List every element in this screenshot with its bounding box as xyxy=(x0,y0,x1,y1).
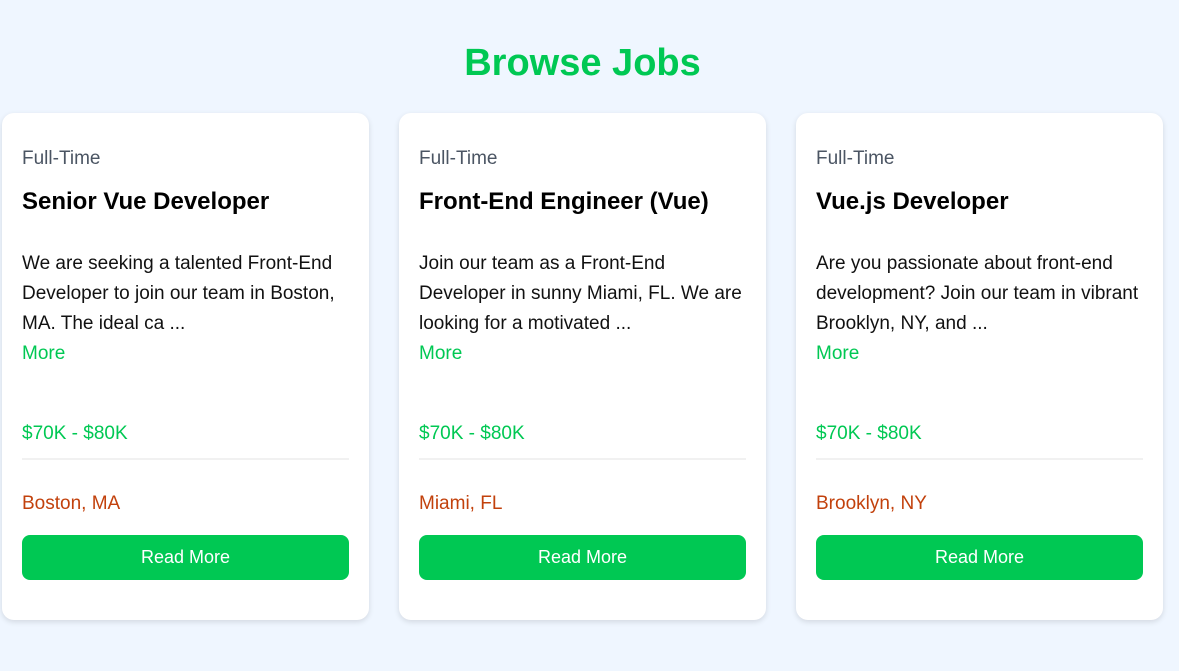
more-link[interactable]: More xyxy=(816,339,1145,369)
job-description: Join our team as a Front-End Developer i… xyxy=(419,253,742,334)
job-location: Brooklyn, NY xyxy=(816,493,927,514)
divider xyxy=(419,458,746,460)
read-more-button[interactable]: Read More xyxy=(22,535,349,580)
job-card: Full-Time Front-End Engineer (Vue) Join … xyxy=(399,113,766,620)
more-link[interactable]: More xyxy=(419,339,748,369)
job-salary: $70K - $80K xyxy=(419,423,525,444)
job-location: Boston, MA xyxy=(22,493,121,514)
job-title: Senior Vue Developer xyxy=(22,188,270,215)
job-card: Full-Time Senior Vue Developer We are se… xyxy=(2,113,369,620)
divider xyxy=(22,458,349,460)
job-salary: $70K - $80K xyxy=(22,423,128,444)
read-more-button[interactable]: Read More xyxy=(816,535,1143,580)
divider xyxy=(816,458,1143,460)
page-title: Browse Jobs xyxy=(464,42,701,84)
more-link[interactable]: More xyxy=(22,339,351,369)
job-type: Full-Time xyxy=(816,148,895,169)
job-location: Miami, FL xyxy=(419,493,503,514)
job-description-block: Join our team as a Front-End Developer i… xyxy=(419,249,748,369)
job-description: Are you passionate about front-end devel… xyxy=(816,253,1139,334)
job-card: Full-Time Vue.js Developer Are you passi… xyxy=(796,113,1163,620)
job-title: Vue.js Developer xyxy=(816,188,1009,215)
job-type: Full-Time xyxy=(22,148,101,169)
job-listings: Full-Time Senior Vue Developer We are se… xyxy=(2,113,1163,620)
job-salary: $70K - $80K xyxy=(816,423,922,444)
job-type: Full-Time xyxy=(419,148,498,169)
job-description-block: Are you passionate about front-end devel… xyxy=(816,249,1145,369)
read-more-button[interactable]: Read More xyxy=(419,535,746,580)
job-description: We are seeking a talented Front-End Deve… xyxy=(22,253,335,334)
job-description-block: We are seeking a talented Front-End Deve… xyxy=(22,249,351,369)
job-title: Front-End Engineer (Vue) xyxy=(419,188,709,215)
